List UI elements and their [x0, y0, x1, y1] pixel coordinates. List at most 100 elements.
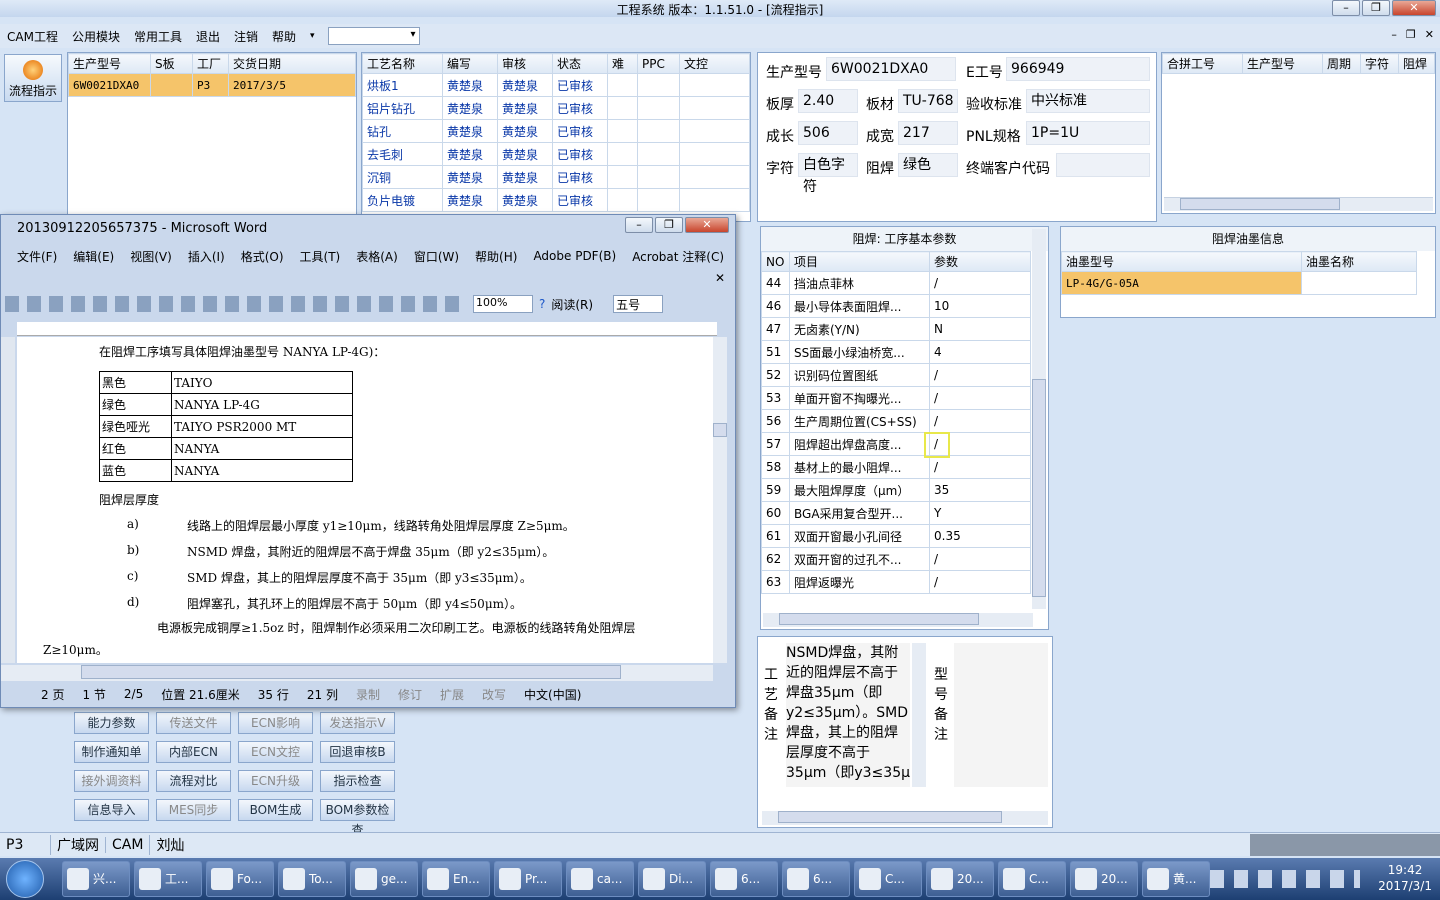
- len-field[interactable]: 506: [798, 121, 858, 145]
- col-doc[interactable]: 文控: [679, 53, 750, 74]
- table-row[interactable]: 烘板1 黄楚泉 黄楚泉 已审核: [362, 73, 750, 97]
- action-button[interactable]: 流程对比: [156, 770, 231, 792]
- col-factory[interactable]: 工厂: [192, 53, 229, 74]
- table-row[interactable]: 53 单面开窗不掏曝光... /: [761, 386, 1031, 410]
- mask-field[interactable]: 绿色: [898, 153, 958, 177]
- action-button[interactable]: 接外调资料: [74, 770, 149, 792]
- start-button[interactable]: [6, 860, 44, 898]
- char-field[interactable]: 白色字符: [798, 153, 858, 195]
- taskbar-button[interactable]: Pr...: [494, 861, 562, 897]
- word-vscroll[interactable]: [713, 337, 727, 663]
- word-menu-item[interactable]: 工具(T): [292, 248, 349, 265]
- col-value[interactable]: 参数: [929, 251, 1031, 272]
- table-row[interactable]: 62 双面开窗的过孔不... /: [761, 547, 1031, 571]
- col-combine-model[interactable]: 生产型号: [1242, 53, 1323, 74]
- word-hscroll-thumb[interactable]: [81, 665, 621, 679]
- col-combine-char[interactable]: 字符: [1360, 53, 1399, 74]
- table-row[interactable]: 46 最小导体表面阻焊... 10: [761, 294, 1031, 318]
- toolbar-combo[interactable]: [327, 27, 420, 45]
- e-field[interactable]: 966949: [1006, 57, 1150, 81]
- taskbar-button[interactable]: C...: [998, 861, 1066, 897]
- col-difficulty[interactable]: 难: [607, 53, 638, 74]
- word-close-icon[interactable]: ✕: [685, 217, 729, 233]
- menu-logout[interactable]: 注销: [227, 28, 265, 45]
- action-button[interactable]: ECN文控: [238, 741, 313, 763]
- taskbar-button[interactable]: ge...: [350, 861, 418, 897]
- word-hscroll[interactable]: [1, 665, 713, 681]
- col-delivery[interactable]: 交货日期: [228, 53, 356, 74]
- action-button[interactable]: 信息导入: [74, 799, 149, 821]
- menu-public[interactable]: 公用模块: [65, 28, 127, 45]
- table-row[interactable]: 63 阻焊返曝光 /: [761, 570, 1031, 594]
- remark-scroll[interactable]: [912, 643, 926, 787]
- menu-exit[interactable]: 退出: [189, 28, 227, 45]
- table-row[interactable]: 58 基材上的最小阻焊... /: [761, 455, 1031, 479]
- col-model[interactable]: 生产型号: [68, 53, 151, 74]
- toolbar-icons[interactable]: [5, 296, 467, 312]
- menu-tools[interactable]: 常用工具: [127, 28, 189, 45]
- table-row[interactable]: LP-4G/G-05A: [1061, 271, 1417, 295]
- table-row[interactable]: 去毛刺 黄楚泉 黄楚泉 已审核: [362, 142, 750, 166]
- word-menu-item[interactable]: 窗口(W): [406, 248, 467, 265]
- action-button[interactable]: 能力参数: [74, 712, 149, 734]
- mdi-restore-icon[interactable]: ❐: [1406, 28, 1416, 41]
- taskbar-button[interactable]: Di...: [638, 861, 706, 897]
- read-mode-button[interactable]: 阅读(R): [551, 296, 593, 313]
- mat-field[interactable]: TU-768: [898, 89, 958, 113]
- action-button[interactable]: ECN影响: [238, 712, 313, 734]
- word-minimize-icon[interactable]: –: [625, 217, 653, 233]
- mdi-minimize-icon[interactable]: –: [1391, 28, 1397, 41]
- table-row[interactable]: 沉铜 黄楚泉 黄楚泉 已审核: [362, 165, 750, 189]
- action-button[interactable]: 传送文件: [156, 712, 231, 734]
- word-menu-item[interactable]: 插入(I): [180, 248, 233, 265]
- table-row[interactable]: 61 双面开窗最小孔间径 0.35: [761, 524, 1031, 548]
- col-writer[interactable]: 编写: [442, 53, 498, 74]
- action-button[interactable]: 指示检查: [320, 770, 395, 792]
- flow-button[interactable]: 流程指示: [4, 54, 62, 102]
- action-button[interactable]: 回退审核B: [320, 741, 395, 763]
- combine-hscroll[interactable]: [1164, 197, 1433, 211]
- word-menu-item[interactable]: 格式(O): [233, 248, 292, 265]
- combine-hscroll-thumb[interactable]: [1180, 198, 1340, 210]
- table-row[interactable]: 52 识别码位置图纸 /: [761, 363, 1031, 387]
- taskbar-button[interactable]: 20...: [926, 861, 994, 897]
- table-row[interactable]: 59 最大阻焊厚度（μm） 35: [761, 478, 1031, 502]
- model-field[interactable]: 6W0021DXA0: [826, 57, 956, 81]
- remark-hscroll-thumb[interactable]: [778, 811, 1002, 823]
- col-ink-name[interactable]: 油墨名称: [1301, 251, 1417, 272]
- word-menu-item[interactable]: Acrobat 注释(C): [624, 248, 732, 265]
- model-remark-field[interactable]: [954, 643, 1048, 787]
- action-button[interactable]: ECN升级: [238, 770, 313, 792]
- action-button[interactable]: 发送指示V: [320, 712, 395, 734]
- close-icon[interactable]: ✕: [1392, 0, 1436, 16]
- table-row[interactable]: 钻孔 黄楚泉 黄楚泉 已审核: [362, 119, 750, 143]
- table-row[interactable]: 铝片钻孔 黄楚泉 黄楚泉 已审核: [362, 96, 750, 120]
- params-hscroll[interactable]: [763, 613, 1033, 627]
- zoom-box[interactable]: 100%: [473, 295, 533, 313]
- col-step[interactable]: 工艺名称: [362, 53, 443, 74]
- taskbar-button[interactable]: 20...: [1070, 861, 1138, 897]
- tray-icons[interactable]: [1210, 870, 1360, 888]
- word-menu-item[interactable]: 表格(A): [348, 248, 406, 265]
- action-button[interactable]: BOM参数检查: [320, 799, 395, 837]
- col-item[interactable]: 项目: [789, 251, 930, 272]
- acc-field[interactable]: 中兴标准: [1026, 89, 1150, 113]
- tray-clock[interactable]: 19:42 2017/3/1: [1378, 862, 1432, 894]
- col-combine-cycle[interactable]: 周期: [1322, 53, 1361, 74]
- col-sboard[interactable]: S板: [150, 53, 193, 74]
- word-menu-item[interactable]: 编辑(E): [65, 248, 122, 265]
- table-row[interactable]: 56 生产周期位置(CS+SS) /: [761, 409, 1031, 433]
- taskbar-button[interactable]: 6...: [782, 861, 850, 897]
- wid-field[interactable]: 217: [898, 121, 958, 145]
- menu-cam[interactable]: CAM工程: [0, 28, 65, 45]
- pnl-field[interactable]: 1P=1U: [1026, 121, 1150, 145]
- params-vscroll[interactable]: [1032, 229, 1046, 609]
- taskbar-button[interactable]: 黄...: [1142, 861, 1210, 897]
- word-vscroll-thumb[interactable]: [713, 423, 727, 437]
- help-icon[interactable]: ?: [539, 297, 545, 311]
- table-row[interactable]: 60 BGA采用复合型开... Y: [761, 501, 1031, 525]
- menu-overflow-icon[interactable]: ▾: [303, 31, 322, 41]
- word-document[interactable]: 在阻焊工序填写具体阻焊油墨型号 NANYA LP-4G)： 黑色 TAIYO 绿色 N…: [17, 337, 713, 663]
- action-button[interactable]: MES同步: [156, 799, 231, 821]
- params-hscroll-thumb[interactable]: [779, 613, 979, 625]
